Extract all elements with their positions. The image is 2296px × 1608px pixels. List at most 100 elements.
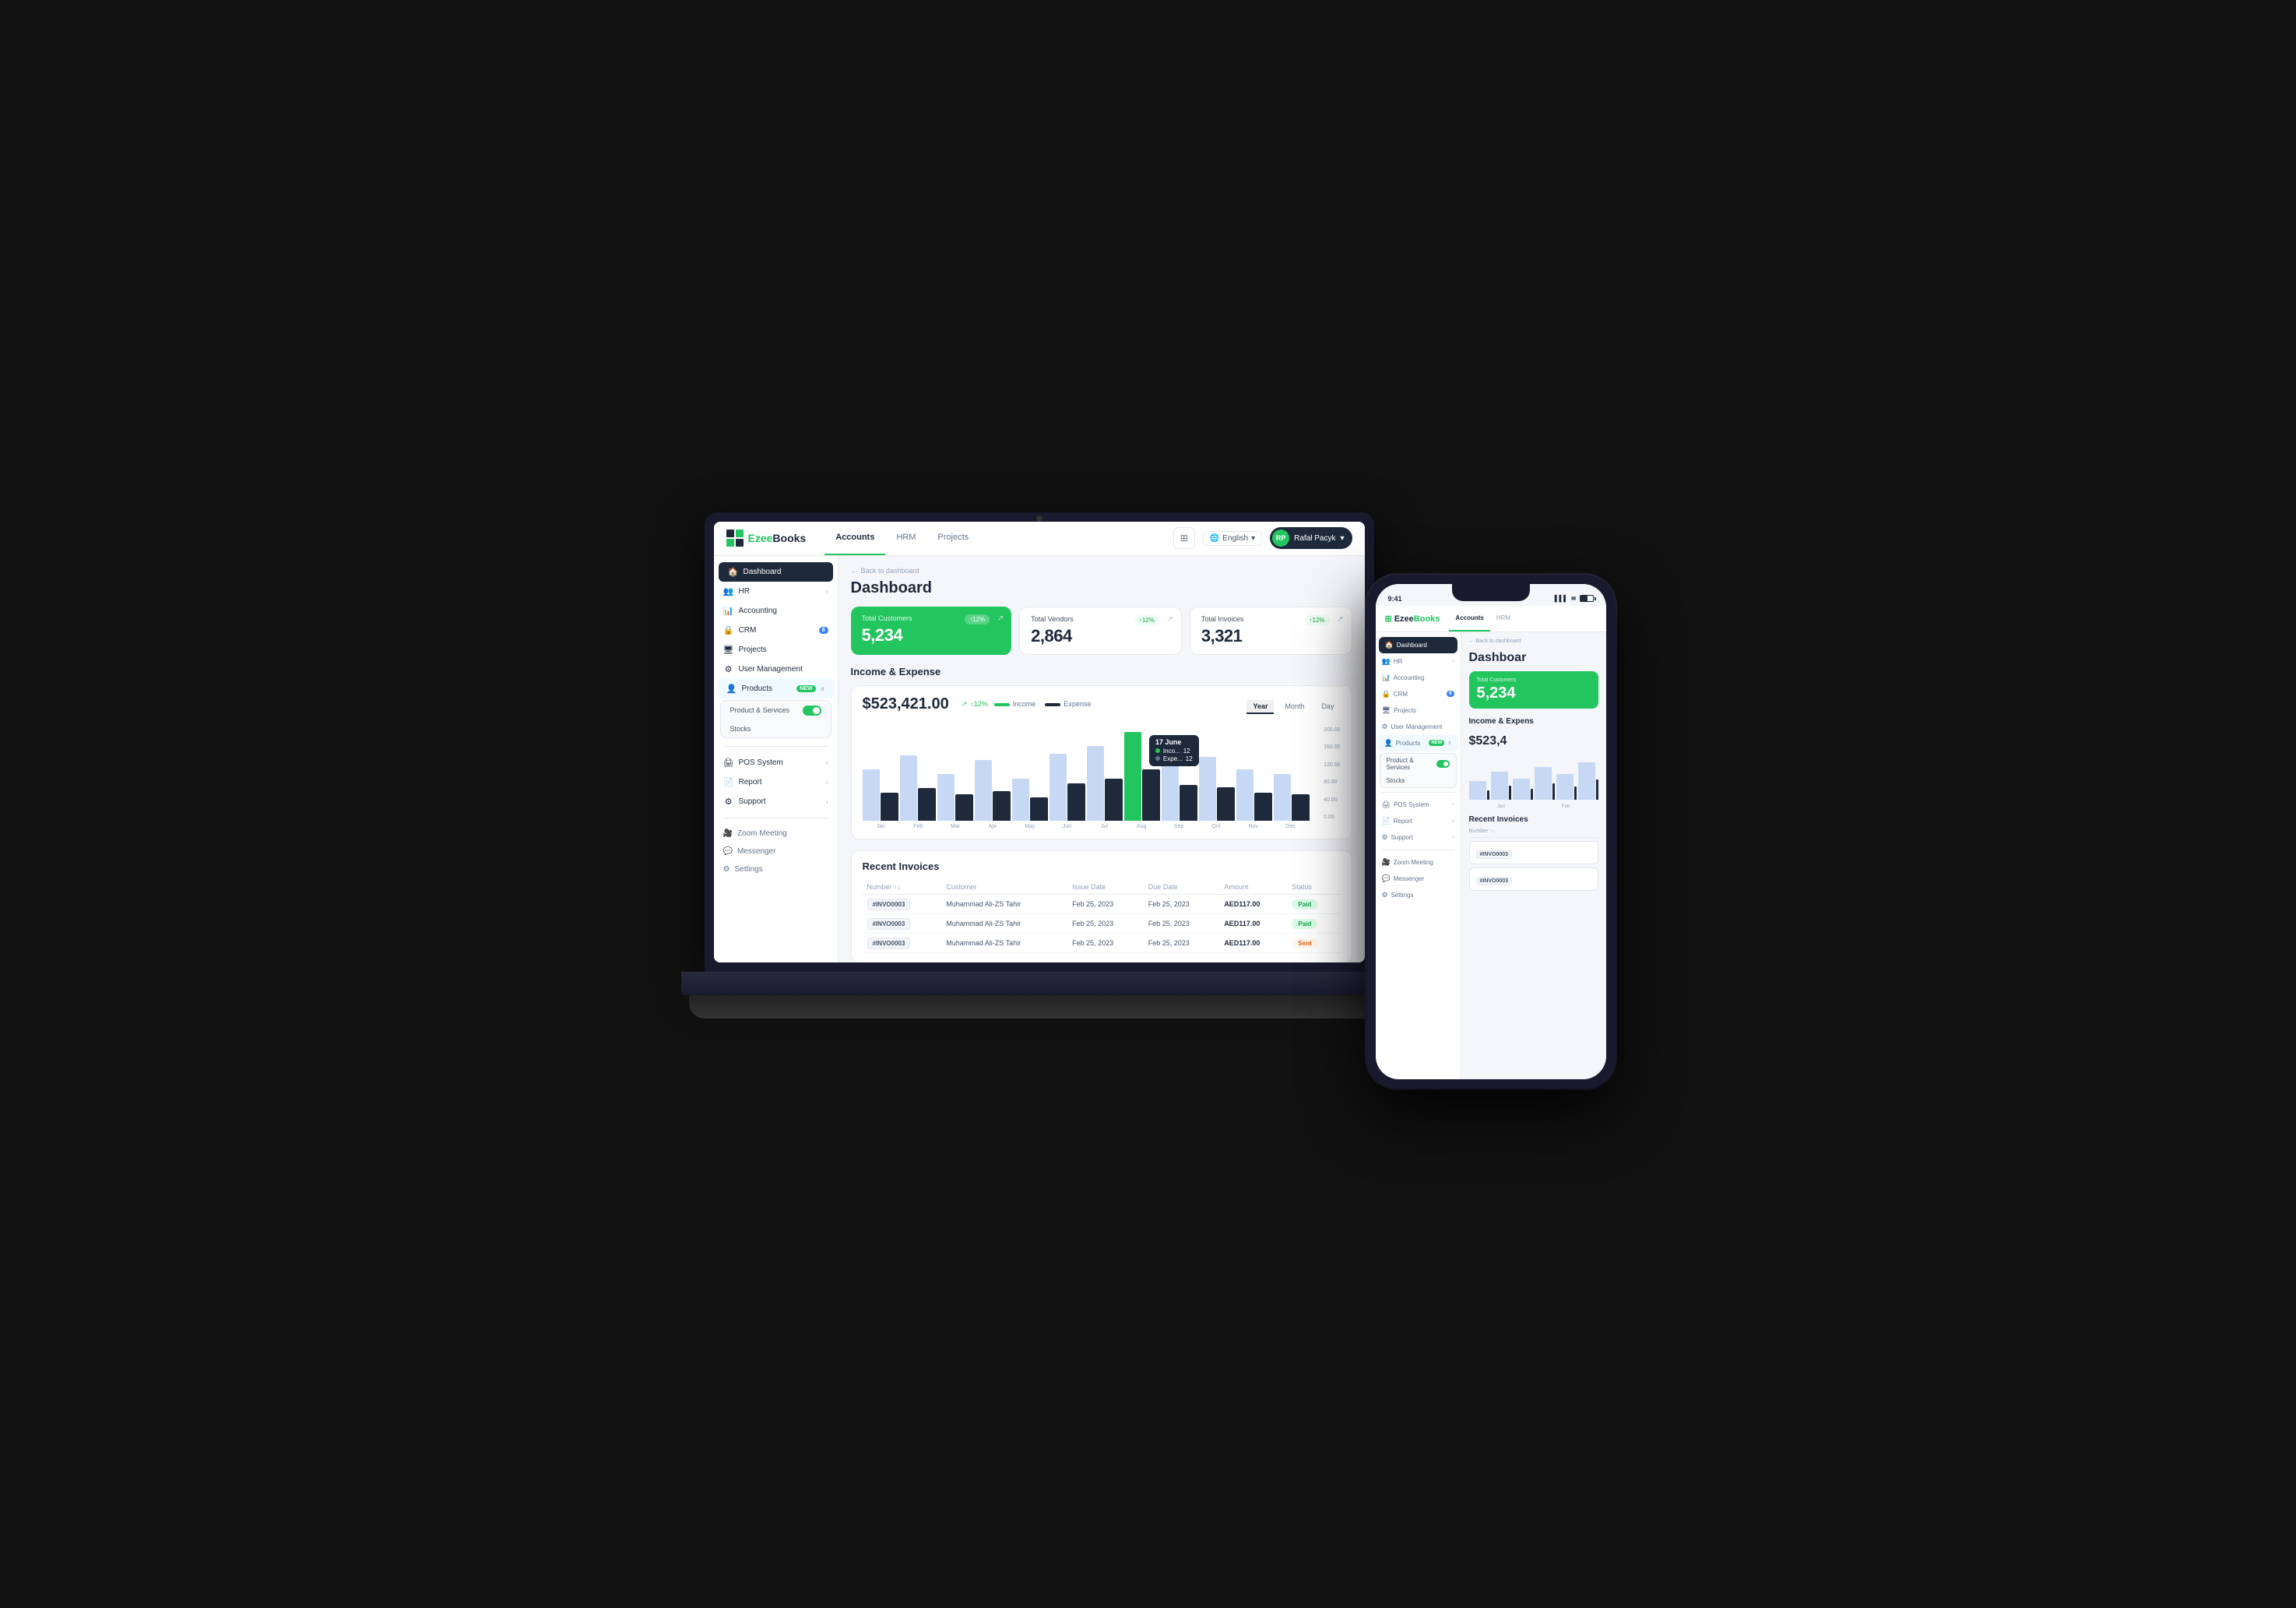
phone-x-feb: Feb	[1534, 804, 1598, 809]
stat-card-invoices: Total Invoices 3,321 ↑12% ↗	[1190, 607, 1352, 655]
income-bar-8	[1162, 765, 1180, 821]
ps-services-toggle[interactable]	[1436, 760, 1450, 768]
chart-bar-group-6	[1087, 746, 1123, 821]
logo-sq-4	[736, 539, 744, 547]
product-services-toggle[interactable]	[803, 705, 821, 716]
submenu-stocks[interactable]: Stocks	[721, 720, 831, 737]
sidebar-item-user-management[interactable]: ⚙ User Management	[714, 660, 838, 679]
sidebar-item-projects[interactable]: 🖥 Projects	[714, 640, 838, 660]
breadcrumb-text: Back to dashboard	[861, 567, 919, 575]
growth-value: ↑12%	[970, 700, 988, 708]
ie-header: $523,421.00 ↗ ↑12% Income Expense	[863, 695, 1341, 720]
phone-chart	[1469, 753, 1598, 800]
sidebar-item-pos[interactable]: 🖨 POS System ›	[714, 753, 838, 772]
sidebar-item-products[interactable]: 👤 Products NEW ∧	[717, 679, 835, 698]
ps-support-label: Support	[1391, 834, 1450, 841]
sidebar-item-zoom[interactable]: 🎥 Zoom Meeting	[714, 825, 838, 843]
ps-item-report[interactable]: 📄 Report ›	[1376, 813, 1461, 829]
phone-body: 🏠 Dashboard 👥 HR › 📊 Accounting 🔒	[1376, 632, 1606, 1079]
x-dec: Dec	[1272, 824, 1310, 829]
ps-item-settings[interactable]: ⚙ Settings	[1376, 887, 1461, 903]
ps-item-crm[interactable]: 🔒 CRM 8	[1376, 686, 1461, 702]
tooltip-expense-row: Expe... 12	[1155, 755, 1193, 762]
phone-status-icons: ▌▌▌ ≋	[1555, 595, 1594, 602]
expense-bar-4	[1030, 797, 1048, 821]
ps-settings-label: Settings	[1391, 892, 1454, 899]
product-services-label: Product & Services	[730, 706, 790, 714]
chart-bar-group-0	[863, 769, 898, 821]
phone-income-bar-5	[1578, 762, 1595, 800]
ps-item-products[interactable]: 👤 Products NEW ∧	[1378, 735, 1458, 751]
chart-bar-group-3	[975, 760, 1011, 821]
laptop-base	[681, 972, 1398, 995]
invoice-num-2: #INVO0003	[867, 938, 911, 949]
chart-bar-group-5	[1050, 754, 1085, 821]
ps-submenu-stocks[interactable]: Stocks	[1380, 774, 1456, 787]
col-due-date: Due Date	[1144, 880, 1220, 895]
cell-customer-2: Muhammad Ali-ZS Tahir	[941, 933, 1067, 952]
tab-day[interactable]: Day	[1315, 700, 1340, 714]
sidebar-item-dashboard[interactable]: 🏠 Dashboard	[719, 562, 833, 582]
sidebar-item-hr[interactable]: 👥 HR ›	[714, 582, 838, 601]
sidebar-item-support[interactable]: ⚙ Support ›	[714, 792, 838, 811]
nav-tab-accounts[interactable]: Accounts	[825, 522, 885, 556]
cell-issue-0: Feb 25, 2023	[1067, 894, 1144, 913]
invoices-section: Recent Invoices Number ↑↓ Customer Issue…	[851, 850, 1352, 962]
ps-item-hr[interactable]: 👥 HR ›	[1376, 653, 1461, 670]
expense-bar-10	[1254, 793, 1272, 821]
ps-item-user-mgmt[interactable]: ⚙ User Management	[1376, 719, 1461, 735]
phone-invoice-row-2: #INVO0003	[1469, 867, 1598, 891]
ps-products-badge: NEW	[1429, 740, 1444, 746]
invoice-num-0: #INVO0003	[867, 899, 911, 910]
x-may: May	[1011, 824, 1049, 829]
support-arrow-icon: ›	[826, 798, 828, 805]
ps-item-support[interactable]: ⚙ Support ›	[1376, 829, 1461, 846]
phone-chart-labels: Jan Feb	[1469, 804, 1598, 809]
sidebar-item-report[interactable]: 📄 Report ›	[714, 772, 838, 792]
laptop-notch	[1036, 515, 1043, 522]
phone-expense-bar-4	[1574, 786, 1577, 800]
phone-nav: Accounts HRM	[1449, 605, 1517, 632]
cell-number-0: #INVO0003	[863, 894, 942, 913]
sidebar-item-accounting[interactable]: 📊 Accounting	[714, 601, 838, 621]
ps-item-dashboard[interactable]: 🏠 Dashboard	[1379, 637, 1457, 653]
ps-item-projects[interactable]: 🖥 Projects	[1376, 702, 1461, 719]
ps-item-pos[interactable]: 🖨 POS System ›	[1376, 797, 1461, 813]
ps-crm-icon: 🔒	[1382, 690, 1391, 698]
ps-item-zoom[interactable]: 🎥 Zoom Meeting	[1376, 854, 1461, 871]
app-header: EzeeBooks Accounts HRM Projects ⊞ 🌐 Engl…	[714, 522, 1365, 556]
ps-item-messenger[interactable]: 💬 Messenger	[1376, 871, 1461, 887]
user-menu-button[interactable]: RP Rafał Pacyk ▾	[1270, 527, 1352, 549]
invoices-badge: ↑12%	[1305, 615, 1330, 625]
submenu-product-services[interactable]: Product & Services	[721, 701, 831, 720]
sidebar-item-messenger[interactable]: 💬 Messenger	[714, 843, 838, 860]
phone-nav-hrm[interactable]: HRM	[1490, 605, 1517, 632]
notifications-button[interactable]: ⊞	[1173, 527, 1195, 549]
nav-tab-projects[interactable]: Projects	[926, 522, 979, 556]
ps-item-accounting[interactable]: 📊 Accounting	[1376, 670, 1461, 686]
ps-submenu-services[interactable]: Product & Services	[1380, 754, 1456, 774]
income-bar-0	[863, 769, 881, 821]
sidebar-item-settings[interactable]: ⚙ Settings	[714, 860, 838, 878]
vendors-arrow-icon: ↗	[1166, 615, 1173, 624]
vendors-badge: ↑12%	[1134, 615, 1159, 625]
phone: 9:41 ▌▌▌ ≋ ⊞EzeeBooks Accounts HRM	[1366, 575, 1616, 1089]
stat-card-vendors: Total Vendors 2,864 ↑12% ↗	[1019, 607, 1182, 655]
ps-dashboard-label: Dashboard	[1397, 642, 1451, 649]
tab-year[interactable]: Year	[1246, 700, 1274, 714]
expense-bar-3	[993, 791, 1011, 821]
globe-icon: 🌐	[1210, 534, 1219, 543]
sidebar-products-label: Products	[742, 684, 793, 693]
ps-hr-arrow: ›	[1452, 659, 1454, 664]
nav-tab-hrm[interactable]: HRM	[885, 522, 926, 556]
cell-amount-0: AED117.00	[1219, 894, 1287, 913]
chart-bar-group-10	[1236, 769, 1272, 821]
phone-nav-accounts[interactable]: Accounts	[1449, 605, 1489, 632]
phone-chart-group-2	[1513, 779, 1533, 800]
language-selector[interactable]: 🌐 English ▾	[1203, 531, 1262, 546]
tab-month[interactable]: Month	[1278, 700, 1310, 714]
sidebar-item-crm[interactable]: 🔒 CRM 8	[714, 621, 838, 640]
ps-projects-icon: 🖥	[1382, 706, 1391, 715]
ps-report-label: Report	[1394, 818, 1449, 825]
sidebar: 🏠 Dashboard 👥 HR › 📊 Accounting	[714, 556, 839, 962]
